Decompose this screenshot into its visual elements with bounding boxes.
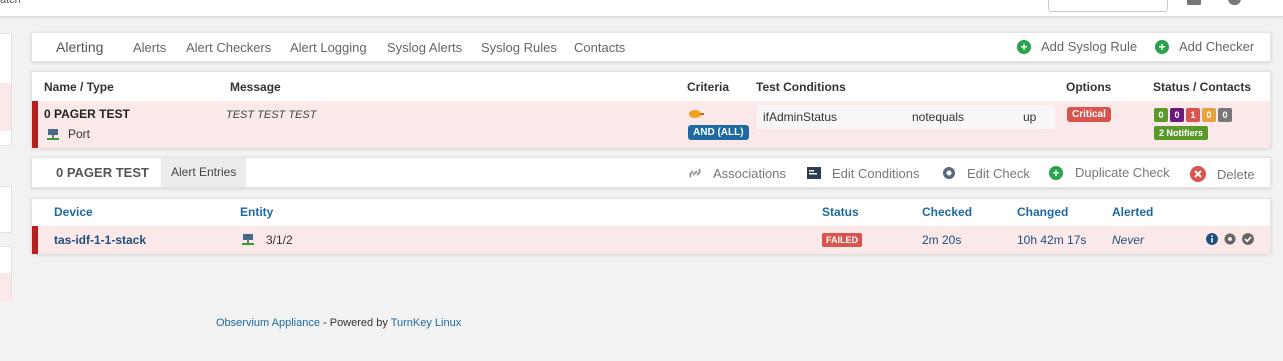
edit-conditions-label: Edit Conditions	[832, 165, 920, 181]
alert-entries-table: Device Entity Status Checked Changed Ale…	[31, 198, 1271, 254]
header-status[interactable]: Status	[822, 205, 859, 219]
checker-message: TEST TEST TEST	[226, 109, 317, 121]
checker-name[interactable]: 0 PAGER TEST	[44, 107, 130, 121]
menu-icon[interactable]	[1187, 0, 1201, 5]
entry-changed: 10h 42m 17s	[1017, 233, 1087, 247]
delete-button[interactable]: Delete	[1189, 165, 1255, 183]
notifiers-badge[interactable]: 2 Notifiers	[1154, 126, 1209, 140]
header-message: Message	[230, 80, 281, 94]
header-criteria: Criteria	[687, 80, 730, 94]
status-counts: 0 0 1 0 0	[1154, 108, 1232, 122]
checker-row[interactable]: 0 PAGER TEST Port TEST TEST TEST AND (AL…	[32, 101, 1270, 148]
terminal-icon	[807, 167, 821, 179]
entry-alerted: Never	[1112, 233, 1145, 247]
top-left-text: atch	[0, 0, 21, 6]
condition-operator: notequals	[912, 110, 965, 124]
alerting-nav: Alerting Alerts Alert Checkers Alert Log…	[31, 32, 1271, 62]
page-footer: Observium Appliance - Powered by TurnKey…	[216, 317, 461, 329]
add-syslog-rule-label: Add Syslog Rule	[1041, 39, 1138, 54]
gear-icon[interactable]	[1228, 0, 1241, 5]
plus-icon: +	[1049, 165, 1063, 180]
nav-brand[interactable]: Alerting	[56, 39, 103, 55]
associations-label: Associations	[713, 165, 786, 181]
nav-link-contacts[interactable]: Contacts	[574, 40, 625, 55]
delete-label: Delete	[1217, 166, 1255, 182]
header-name-type: Name / Type	[44, 80, 114, 94]
footer-turnkey-link[interactable]: TurnKey Linux	[391, 317, 462, 329]
search-input[interactable]	[1048, 0, 1168, 12]
condition-metric: ifAdminStatus	[763, 110, 838, 124]
link-icon	[689, 168, 701, 178]
nav-link-alerts[interactable]: Alerts	[133, 40, 166, 55]
header-alerted[interactable]: Alerted	[1112, 205, 1153, 219]
count-delayed: 0	[1170, 108, 1184, 122]
condition-value: up	[1023, 110, 1037, 124]
nav-link-syslog-rules[interactable]: Syslog Rules	[481, 40, 557, 55]
header-entity[interactable]: Entity	[240, 205, 273, 219]
add-checker-label: Add Checker	[1179, 39, 1255, 54]
add-syslog-rule-button[interactable]: + Add Syslog Rule	[1017, 39, 1137, 54]
nav-link-alert-logging[interactable]: Alert Logging	[290, 40, 367, 55]
left-panel-stub	[0, 246, 12, 301]
gear-icon[interactable]	[1224, 233, 1236, 245]
port-icon	[242, 234, 254, 245]
left-panel-stub	[0, 33, 12, 146]
header-test-conditions: Test Conditions	[756, 80, 846, 94]
check-title: 0 PAGER TEST	[56, 165, 149, 180]
left-panel-stub	[0, 186, 12, 233]
associations-button[interactable]: Associations	[687, 165, 786, 181]
entry-device[interactable]: tas-idf-1-1-stack	[54, 233, 146, 247]
count-unknown: 0	[1218, 108, 1232, 122]
gear-icon	[943, 167, 955, 179]
criteria-badge: AND (ALL)	[688, 125, 749, 140]
criteria-icon	[689, 110, 704, 118]
footer-appliance-link[interactable]: Observium Appliance	[216, 317, 320, 329]
count-ok: 0	[1154, 108, 1168, 122]
header-status-contacts: Status / Contacts	[1153, 80, 1252, 94]
delete-icon	[1190, 166, 1206, 182]
checker-table: Name / Type Message Criteria Test Condit…	[31, 71, 1271, 148]
check-actions-bar: 0 PAGER TEST Alert Entries Associations …	[31, 157, 1271, 188]
top-navbar: atch	[0, 0, 1283, 17]
duplicate-check-button[interactable]: + Duplicate Check	[1049, 165, 1170, 180]
count-suppressed: 0	[1202, 108, 1216, 122]
footer-powered-text: - Powered by	[319, 317, 391, 329]
table-row[interactable]: tas-idf-1-1-stack 3/1/2 FAILED 2m 20s 10…	[32, 226, 1270, 254]
header-changed[interactable]: Changed	[1017, 205, 1068, 219]
status-badge: FAILED	[822, 233, 863, 247]
check-circle-icon[interactable]	[1242, 233, 1254, 245]
plus-icon: +	[1017, 39, 1031, 54]
nav-link-alert-checkers[interactable]: Alert Checkers	[186, 40, 271, 55]
nav-link-syslog-alerts[interactable]: Syslog Alerts	[387, 40, 462, 55]
header-checked[interactable]: Checked	[922, 205, 972, 219]
tab-alert-entries[interactable]: Alert Entries	[161, 158, 247, 187]
severity-badge: Critical	[1067, 107, 1111, 122]
checker-type: Port	[68, 127, 91, 141]
info-icon[interactable]	[1206, 233, 1218, 245]
count-failed: 1	[1186, 108, 1200, 122]
test-condition: ifAdminStatus notequals up	[757, 105, 1055, 129]
edit-check-label: Edit Check	[967, 165, 1030, 181]
entry-checked: 2m 20s	[922, 233, 962, 247]
add-checker-button[interactable]: + Add Checker	[1155, 39, 1254, 54]
duplicate-check-label: Duplicate Check	[1075, 165, 1170, 180]
port-icon	[47, 129, 59, 140]
edit-check-button[interactable]: Edit Check	[941, 165, 1030, 181]
entry-entity[interactable]: 3/1/2	[266, 233, 293, 247]
header-device[interactable]: Device	[54, 205, 93, 219]
plus-icon: +	[1155, 39, 1169, 54]
header-options: Options	[1066, 80, 1112, 94]
edit-conditions-button[interactable]: Edit Conditions	[806, 165, 919, 181]
